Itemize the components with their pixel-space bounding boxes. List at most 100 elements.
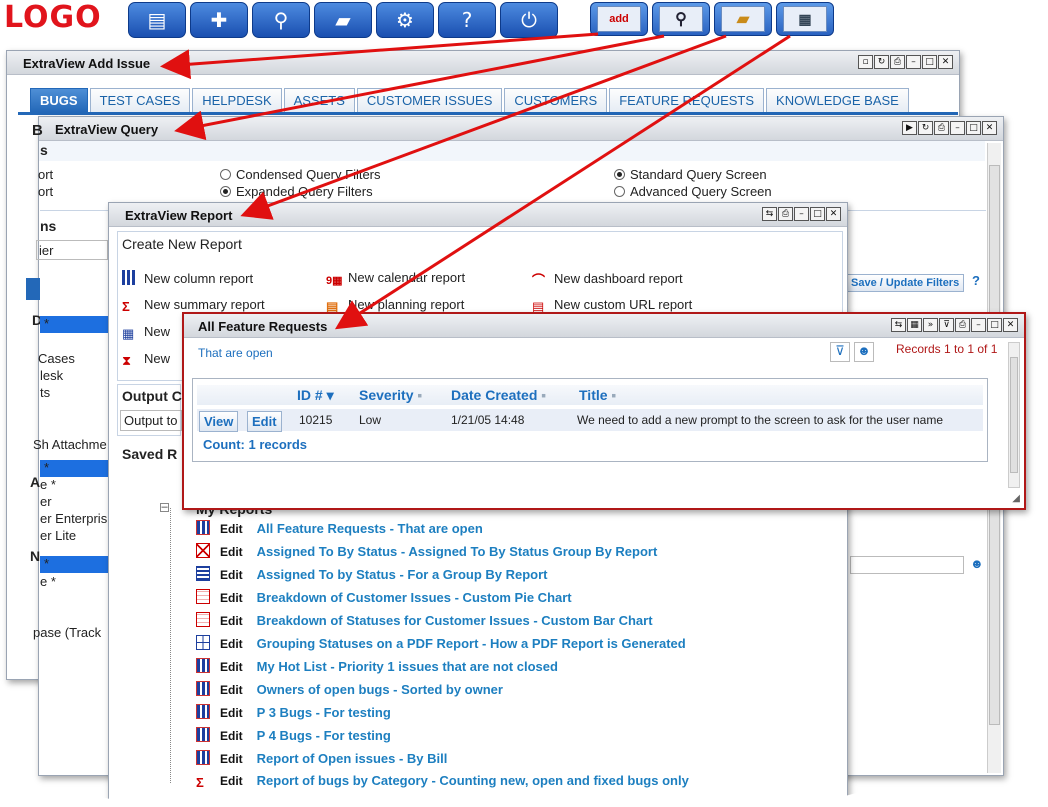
new-calendar-report[interactable]: 9▦ New calendar report bbox=[326, 270, 465, 289]
col-severity[interactable]: Severity ▪ bbox=[359, 387, 422, 403]
edit-button[interactable]: Edit bbox=[247, 411, 282, 432]
edit-link[interactable]: Edit bbox=[220, 522, 243, 536]
edit-link[interactable]: Edit bbox=[220, 568, 243, 582]
edit-link[interactable]: Edit bbox=[220, 545, 243, 559]
document-icon[interactable]: ▤ bbox=[128, 2, 186, 38]
maximize-icon[interactable]: □ bbox=[966, 121, 981, 135]
list-item[interactable]: Edit P 4 Bugs - For testing bbox=[196, 727, 391, 747]
maximize-icon[interactable]: □ bbox=[922, 55, 937, 69]
add-issue-button[interactable]: add bbox=[590, 2, 648, 36]
tab-assets[interactable]: ASSETS bbox=[283, 88, 355, 112]
edit-link[interactable]: Edit bbox=[220, 729, 243, 743]
plus-icon[interactable]: ✚ bbox=[190, 2, 248, 38]
new-report-3[interactable]: ▦ New bbox=[122, 324, 170, 341]
expanded-radio[interactable] bbox=[220, 186, 231, 197]
folder-icon[interactable]: ▰ bbox=[314, 2, 372, 38]
list-item[interactable]: Edit All Feature Requests - That are open bbox=[196, 520, 483, 540]
edit-link[interactable]: Edit bbox=[220, 660, 243, 674]
edit-link[interactable]: Edit bbox=[220, 637, 243, 651]
standard-screen-option[interactable]: Standard Query Screen bbox=[614, 167, 767, 182]
condensed-radio[interactable] bbox=[220, 169, 231, 180]
edit-link[interactable]: Edit bbox=[220, 683, 243, 697]
minimize-icon[interactable]: – bbox=[950, 121, 965, 135]
edit-link[interactable]: Edit bbox=[220, 706, 243, 720]
gears-icon[interactable]: ⚙ bbox=[376, 2, 434, 38]
col-title[interactable]: Title ▪ bbox=[579, 387, 616, 403]
minimize-icon[interactable]: – bbox=[794, 207, 809, 221]
save-icon[interactable]: ▫ bbox=[858, 55, 873, 69]
list-item[interactable]: Edit Grouping Statuses on a PDF Report - … bbox=[196, 635, 686, 655]
close-icon[interactable]: ✕ bbox=[982, 121, 997, 135]
report-title-link[interactable]: All Feature Requests - That are open bbox=[257, 521, 483, 536]
report-title-link[interactable]: Assigned To By Status - Assigned To By S… bbox=[257, 544, 658, 559]
list-item[interactable]: Edit Assigned To by Status - For a Group … bbox=[196, 566, 548, 586]
minimize-icon[interactable]: – bbox=[971, 318, 986, 332]
swap-icon[interactable]: ⇆ bbox=[762, 207, 777, 221]
report-title-link[interactable]: P 3 Bugs - For testing bbox=[257, 705, 391, 720]
collapse-icon[interactable]: – bbox=[160, 502, 169, 513]
maximize-icon[interactable]: □ bbox=[987, 318, 1002, 332]
folder-button[interactable]: ▰ bbox=[714, 2, 772, 36]
report-title-link[interactable]: Grouping Statuses on a PDF Report - How … bbox=[257, 636, 686, 651]
swap-icon[interactable]: ⇆ bbox=[891, 318, 906, 332]
query-button[interactable]: ⚲ bbox=[652, 2, 710, 36]
output-to-select[interactable]: Output to bbox=[120, 410, 182, 431]
query-input[interactable] bbox=[850, 556, 964, 574]
minimize-icon[interactable]: – bbox=[906, 55, 921, 69]
report-title-link[interactable]: Report of Open issues - By Bill bbox=[257, 751, 448, 766]
standard-radio[interactable] bbox=[614, 169, 625, 180]
filter-icon[interactable]: ⊽ bbox=[939, 318, 954, 332]
close-icon[interactable]: ✕ bbox=[826, 207, 841, 221]
tab-customer-issues[interactable]: CUSTOMER ISSUES bbox=[356, 88, 503, 112]
close-icon[interactable]: ✕ bbox=[1003, 318, 1018, 332]
list-item[interactable]: Edit Report of Open issues - By Bill bbox=[196, 750, 447, 770]
list-item[interactable]: Edit Breakdown of Statuses for Customer I… bbox=[196, 612, 653, 632]
report-title-link[interactable]: Breakdown of Customer Issues - Custom Pi… bbox=[257, 590, 572, 605]
edit-link[interactable]: Edit bbox=[220, 591, 243, 605]
report-title-link[interactable]: P 4 Bugs - For testing bbox=[257, 728, 391, 743]
edit-link[interactable]: Edit bbox=[220, 614, 243, 628]
tab-customers[interactable]: CUSTOMERS bbox=[504, 88, 608, 112]
tab-helpdesk[interactable]: HELPDESK bbox=[192, 88, 282, 112]
report-title-link[interactable]: Breakdown of Statuses for Customer Issue… bbox=[257, 613, 653, 628]
list-selected-2[interactable]: * bbox=[40, 460, 108, 477]
run-icon[interactable]: ▶ bbox=[902, 121, 917, 135]
feature-scrollbar[interactable] bbox=[1008, 342, 1020, 488]
advanced-screen-option[interactable]: Advanced Query Screen bbox=[614, 184, 772, 199]
help-icon[interactable]: ? bbox=[972, 273, 980, 288]
list-item[interactable]: Edit P 3 Bugs - For testing bbox=[196, 704, 391, 724]
refresh-icon[interactable]: ↻ bbox=[918, 121, 933, 135]
list-selected-1[interactable]: * bbox=[40, 316, 108, 333]
close-icon[interactable]: ✕ bbox=[938, 55, 953, 69]
view-button[interactable]: View bbox=[199, 411, 239, 432]
advanced-radio[interactable] bbox=[614, 186, 625, 197]
col-date-created[interactable]: Date Created ▪ bbox=[451, 387, 546, 403]
report-title-link[interactable]: My Hot List - Priority 1 issues that are… bbox=[257, 659, 558, 674]
new-dashboard-report[interactable]: ⌒ New dashboard report bbox=[532, 270, 683, 288]
filter-icon[interactable]: ⊽ bbox=[830, 342, 850, 362]
expanded-filters-option[interactable]: Expanded Query Filters bbox=[220, 184, 373, 199]
fragment-ier[interactable]: ier bbox=[36, 240, 108, 260]
new-report-4[interactable]: ⧗ New bbox=[122, 351, 170, 368]
tab-feature-requests[interactable]: FEATURE REQUESTS bbox=[609, 88, 765, 112]
new-column-report[interactable]: New column report bbox=[122, 270, 253, 286]
print-icon[interactable]: ⎙ bbox=[934, 121, 949, 135]
print-icon[interactable]: ⎙ bbox=[890, 55, 905, 69]
tab-knowledge-base[interactable]: KNOWLEDGE BASE bbox=[766, 88, 909, 112]
edit-link[interactable]: Edit bbox=[220, 752, 243, 766]
list-item[interactable]: Edit Breakdown of Customer Issues - Custo… bbox=[196, 589, 572, 609]
condensed-filters-option[interactable]: Condensed Query Filters bbox=[220, 167, 381, 182]
help-icon[interactable]: ? bbox=[438, 2, 496, 38]
report-button[interactable]: ▦ bbox=[776, 2, 834, 36]
maximize-icon[interactable]: □ bbox=[810, 207, 825, 221]
power-icon[interactable]: ⏻ bbox=[500, 2, 558, 38]
report-title-link[interactable]: Owners of open bugs - Sorted by owner bbox=[257, 682, 503, 697]
search-icon[interactable]: ⚲ bbox=[252, 2, 310, 38]
print-icon[interactable]: ⎙ bbox=[778, 207, 793, 221]
list-item[interactable]: Edit My Hot List - Priority 1 issues that… bbox=[196, 658, 558, 678]
resize-grip-icon[interactable]: ◢ bbox=[1012, 493, 1020, 504]
list-item[interactable]: Edit Owners of open bugs - Sorted by owne… bbox=[196, 681, 503, 701]
refresh-icon[interactable]: ↻ bbox=[874, 55, 889, 69]
user-icon[interactable]: ☻ bbox=[854, 342, 874, 362]
tab-bugs[interactable]: BUGS bbox=[30, 88, 88, 112]
